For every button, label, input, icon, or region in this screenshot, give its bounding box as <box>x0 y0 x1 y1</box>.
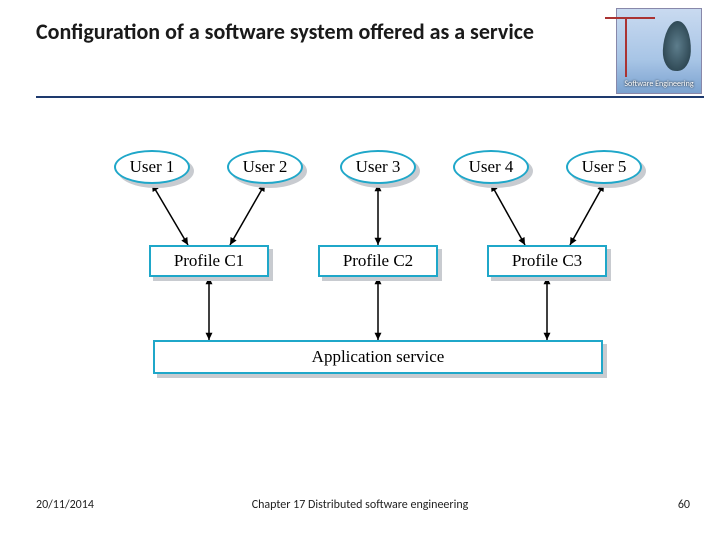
user-node-1: User 1 <box>114 150 190 184</box>
header-rule <box>36 96 704 98</box>
user-node-5: User 5 <box>566 150 642 184</box>
profile-node-2: Profile C2 <box>318 245 438 277</box>
user-node-4: User 4 <box>453 150 529 184</box>
page-title: Configuration of a software system offer… <box>36 18 600 46</box>
profile-node-1: Profile C1 <box>149 245 269 277</box>
book-cover-label: Software Engineering <box>617 79 701 89</box>
footer-page-number: 60 <box>678 498 690 512</box>
application-service-node: Application service <box>153 340 603 374</box>
diagram-canvas: User 1 User 2 User 3 User 4 User 5 Profile C1… <box>0 130 720 450</box>
user-node-2: User 2 <box>227 150 303 184</box>
book-cover-thumbnail: Software Engineering <box>616 8 702 94</box>
profile-node-3: Profile C3 <box>487 245 607 277</box>
user-node-3: User 3 <box>340 150 416 184</box>
footer-chapter: Chapter 17 Distributed software engineer… <box>0 498 720 512</box>
